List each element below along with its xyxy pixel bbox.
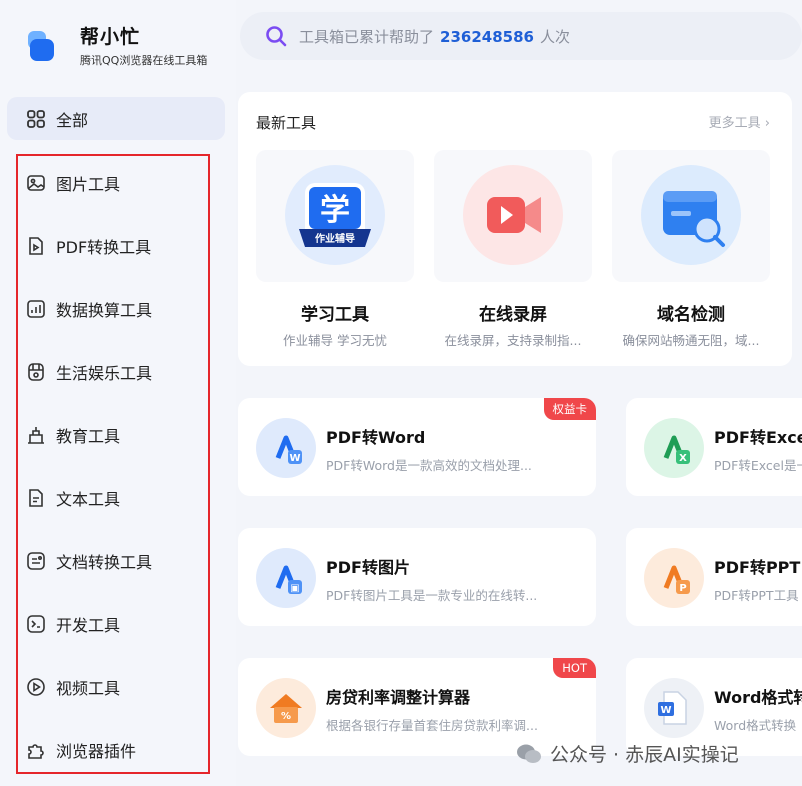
latest-tool-screen-record-sub: 在线录屏，支持录制指... [444,333,582,348]
tool-card-desc: Word格式转换 [714,718,797,733]
brand-name: 帮小忙 [80,26,141,48]
education-icon [28,427,44,444]
puzzle-icon [28,744,44,759]
house-icon: % [256,678,316,738]
sidebar-item-label: 教育工具 [56,427,121,446]
terminal-icon [27,615,45,633]
more-tools-label: 更多工具 [708,116,761,131]
watermark: 公众号 · 赤辰AI实操记 [516,740,739,767]
sidebar-item-text-tools[interactable]: 文本工具 [26,483,120,513]
watermark-text: 公众号 · 赤辰AI实操记 [550,744,739,766]
pdf-icon [29,237,43,255]
latest-tool-domain-check-sub: 确保网站畅通无阻，域... [622,333,760,348]
search-suffix: 人次 [539,27,570,46]
tool-card-title: Word格式转 [714,688,802,707]
sidebar-item-label: 视频工具 [56,679,121,698]
sidebar-item-label: PDF转换工具 [56,238,152,257]
brand-logo-icon [26,27,58,63]
tool-card-pdf-to-image[interactable]: ▣ PDF转图片 PDF转图片工具是一款专业的在线转... [238,528,596,626]
tool-card-desc: 根据各银行存量首套住房贷款利率调... [326,718,538,733]
sidebar-item-pdf-tools[interactable]: PDF转换工具 [26,231,151,261]
study-icon-caption: 作业辅导 [315,232,355,245]
tool-card-pdf-to-word[interactable]: W PDF转Word PDF转Word是一款高效的文档处理... 权益卡 [238,398,596,496]
tool-card-desc: PDF转PPT工具 [714,588,799,603]
pdf-excel-icon-letter: X [679,453,687,464]
sidebar-category-highlight: 图片工具 PDF转换工具 数据换算工具 生活娱乐工具 教育工具 文本工具 文档转… [16,154,210,774]
tool-card-title: PDF转Word [326,428,426,447]
tool-card-title: PDF转PPT [714,558,801,577]
latest-tool-domain-check-title: 域名检测 [657,305,725,325]
sidebar-item-label: 浏览器插件 [56,742,137,761]
tool-card-desc: PDF转Word是一款高效的文档处理... [326,458,532,473]
brand[interactable]: 帮小忙 腾讯QQ浏览器在线工具箱 [26,22,207,68]
chart-icon [27,300,45,318]
sidebar-item-document-convert-tools[interactable]: 文档转换工具 [26,546,152,576]
study-icon: 学 作业辅导 [285,165,385,265]
latest-tool-screen-record[interactable] [434,150,592,282]
latest-tool-domain-check[interactable] [612,150,770,282]
pdf-image-icon: ▣ [256,548,316,608]
word-doc-icon: W [644,678,704,738]
sidebar-item-education-tools[interactable]: 教育工具 [26,420,120,450]
rights-card-badge: 权益卡 [543,398,596,420]
search-placeholder: 工具箱已累计帮助了 236248586 人次 [299,26,570,47]
latest-tool-study-title: 学习工具 [301,305,369,325]
sidebar-item-label: 图片工具 [56,175,121,194]
image-icon [27,175,45,191]
search-icon[interactable] [265,25,287,47]
chevron-right-icon: › [764,116,770,131]
tool-card-title: PDF转Excel [714,428,802,447]
sidebar-item-all[interactable]: 全部 [7,97,225,140]
sidebar-item-data-tools[interactable]: 数据换算工具 [26,294,152,324]
sidebar-item-label: 开发工具 [56,616,121,635]
brand-subtitle: 腾讯QQ浏览器在线工具箱 [80,54,208,67]
study-icon-char: 学 [320,193,350,228]
sidebar-item-label: 文本工具 [56,490,121,509]
tool-card-title: PDF转图片 [326,558,410,577]
document-convert-icon [27,552,45,570]
pdf-ppt-icon: P [644,548,704,608]
pdf-excel-icon: X [644,418,704,478]
pdf-word-icon-letter: W [289,453,300,464]
sidebar-item-label: 数据换算工具 [56,301,153,320]
tool-card-pdf-to-ppt[interactable]: P PDF转PPT PDF转PPT工具 [626,528,802,626]
pdf-image-icon-letter: ▣ [290,583,299,594]
life-icon [28,363,44,381]
wechat-icon [517,744,541,763]
latest-tool-study[interactable]: 学 作业辅导 [256,150,414,282]
sidebar-item-dev-tools[interactable]: 开发工具 [26,609,120,639]
house-icon-letter: % [281,711,291,722]
more-tools-link[interactable]: 更多工具 › [709,112,770,131]
sidebar-item-label: 文档转换工具 [56,553,153,572]
screen-record-icon [463,165,563,265]
pdf-ppt-icon-letter: P [679,583,686,594]
domain-check-icon [641,165,741,265]
search-bar[interactable]: 工具箱已累计帮助了 236248586 人次 [240,12,802,60]
sidebar-item-image-tools[interactable]: 图片工具 [26,168,120,198]
latest-tool-screen-record-title: 在线录屏 [479,305,547,325]
tool-card-desc: PDF转Excel是一款 [714,458,802,473]
search-count: 236248586 [440,27,534,46]
tool-card-title: 房贷利率调整计算器 [326,688,471,707]
sidebar-item-video-tools[interactable]: 视频工具 [26,672,120,702]
pdf-word-icon: W [256,418,316,478]
tool-card-desc: PDF转图片工具是一款专业的在线转... [326,588,538,603]
tool-card-pdf-to-excel[interactable]: X PDF转Excel PDF转Excel是一款 [626,398,802,496]
sidebar-item-label: 全部 [56,110,89,130]
sidebar: 帮小忙 腾讯QQ浏览器在线工具箱 全部 图片工具 PDF转换工具 数据换算工具 … [0,0,236,786]
grid-icon [27,109,45,128]
text-icon [29,489,43,507]
video-icon [27,678,45,696]
sidebar-item-life-tools[interactable]: 生活娱乐工具 [26,357,152,387]
latest-tool-study-sub: 作业辅导 学习无忧 [283,333,387,348]
sidebar-item-label: 生活娱乐工具 [56,364,153,383]
search-prefix: 工具箱已累计帮助了 [299,27,435,46]
latest-tools-panel: 最新工具 更多工具 › 学 作业辅导 学习工具 作业辅导 学习无忧 在线录屏 在… [238,92,792,366]
word-doc-icon-letter: W [660,705,671,716]
latest-tools-title: 最新工具 [256,114,317,132]
hot-badge: HOT [553,658,596,678]
sidebar-item-browser-plugins[interactable]: 浏览器插件 [26,735,136,765]
